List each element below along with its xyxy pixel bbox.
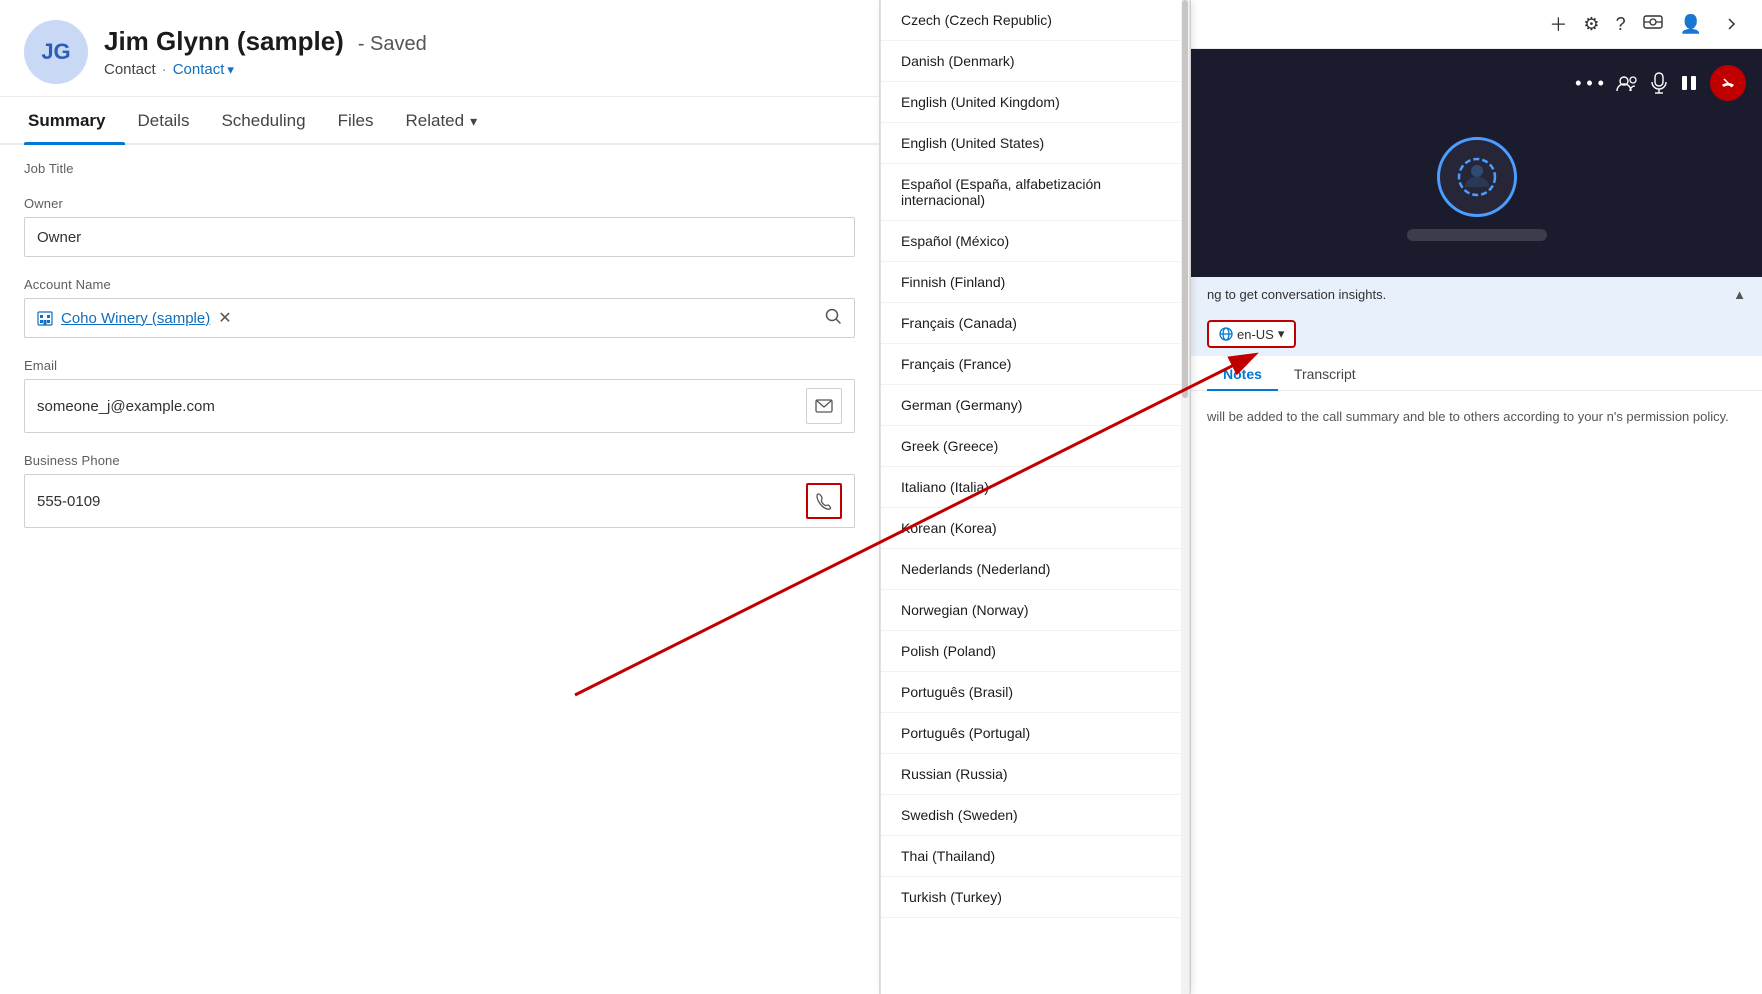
remove-account-icon[interactable]: ✕ — [218, 308, 231, 328]
insights-section: ng to get conversation insights. ▲ — [1191, 277, 1762, 312]
account-name-value[interactable]: Coho Winery (sample) — [61, 310, 210, 327]
owner-value: Owner — [37, 229, 81, 246]
phone-left: 555-0109 — [37, 493, 806, 510]
owner-field: Owner Owner — [24, 196, 855, 257]
person-settings-icon[interactable]: 👤 — [1680, 14, 1702, 35]
account-name-field: Account Name Coho Winery (sample) ✕ — [24, 277, 855, 338]
tab-related[interactable]: Related ▾ — [401, 97, 497, 143]
contacts-btn[interactable] — [1616, 74, 1638, 92]
contact-meta: Contact · Contact ▾ — [104, 61, 427, 78]
tab-notes[interactable]: Notes — [1207, 356, 1278, 390]
call-section: • • • — [1191, 49, 1762, 277]
language-option[interactable]: German (Germany) — [881, 385, 1189, 426]
tab-summary[interactable]: Summary — [24, 97, 125, 143]
language-dropdown[interactable]: Czech (Czech Republic)Danish (Denmark)En… — [880, 0, 1190, 994]
language-option[interactable]: Swedish (Sweden) — [881, 795, 1189, 836]
call-panel: ＋ ⚙ ? 👤 • • • — [1190, 0, 1762, 994]
language-option[interactable]: Russian (Russia) — [881, 754, 1189, 795]
insights-collapse-icon[interactable]: ▲ — [1733, 287, 1746, 302]
language-option[interactable]: Français (Canada) — [881, 303, 1189, 344]
help-icon[interactable]: ? — [1616, 14, 1626, 35]
lang-code-label: en-US — [1237, 327, 1274, 342]
form-content: Job Title Owner Owner Account Name — [0, 145, 879, 564]
owner-label: Owner — [24, 196, 855, 211]
language-option[interactable]: Italiano (Italia) — [881, 467, 1189, 508]
contact-name: Jim Glynn (sample) — [104, 26, 344, 57]
tab-transcript[interactable]: Transcript — [1278, 356, 1372, 390]
crm-panel: JG Jim Glynn (sample) - Saved Contact · … — [0, 0, 880, 994]
business-phone-label: Business Phone — [24, 453, 855, 468]
language-option[interactable]: Español (México) — [881, 221, 1189, 262]
notes-body-text: will be added to the call summary and bl… — [1207, 409, 1729, 424]
account-name-input[interactable]: Coho Winery (sample) ✕ — [24, 298, 855, 338]
settings-gear-icon[interactable]: ⚙ — [1583, 14, 1599, 35]
tab-details[interactable]: Details — [133, 97, 209, 143]
call-name-bar — [1407, 229, 1547, 241]
notes-tabs: Notes Transcript — [1191, 356, 1762, 391]
email-field: Email someone_j@example.com — [24, 358, 855, 433]
language-option[interactable]: Greek (Greece) — [881, 426, 1189, 467]
contact-header: JG Jim Glynn (sample) - Saved Contact · … — [0, 0, 879, 97]
plus-icon[interactable]: ＋ — [1549, 11, 1567, 37]
remote-icon[interactable] — [1642, 11, 1664, 38]
contact-type1: Contact — [104, 61, 156, 78]
phone-input[interactable]: 555-0109 — [24, 474, 855, 528]
language-option[interactable]: English (United Kingdom) — [881, 82, 1189, 123]
more-options-btn[interactable]: • • • — [1575, 73, 1604, 94]
email-value: someone_j@example.com — [37, 398, 215, 415]
language-option[interactable]: Korean (Korea) — [881, 508, 1189, 549]
tab-files[interactable]: Files — [334, 97, 394, 143]
owner-input[interactable]: Owner — [24, 217, 855, 257]
insights-text: ng to get conversation insights. — [1207, 287, 1386, 302]
language-option[interactable]: Español (España, alfabetización internac… — [881, 164, 1189, 221]
language-option[interactable]: Français (France) — [881, 344, 1189, 385]
hold-btn[interactable] — [1680, 74, 1698, 92]
call-top-bar: ＋ ⚙ ? 👤 — [1191, 0, 1762, 49]
language-option[interactable]: Nederlands (Nederland) — [881, 549, 1189, 590]
language-option[interactable]: Danish (Denmark) — [881, 41, 1189, 82]
language-option[interactable]: Português (Brasil) — [881, 672, 1189, 713]
tabs-bar: Summary Details Scheduling Files Related… — [0, 97, 879, 145]
end-call-btn[interactable] — [1710, 65, 1746, 101]
language-option[interactable]: Turkish (Turkey) — [881, 877, 1189, 918]
globe-icon — [1219, 327, 1233, 341]
contact-info: Jim Glynn (sample) - Saved Contact · Con… — [104, 26, 427, 78]
email-icon-btn[interactable] — [806, 388, 842, 424]
avatar: JG — [24, 20, 88, 84]
building-icon — [37, 310, 53, 326]
language-option[interactable]: Czech (Czech Republic) — [881, 0, 1189, 41]
contact-type2-link[interactable]: Contact ▾ — [173, 61, 234, 78]
email-label: Email — [24, 358, 855, 373]
account-left: Coho Winery (sample) ✕ — [37, 308, 824, 328]
language-option[interactable]: Finnish (Finland) — [881, 262, 1189, 303]
language-option[interactable]: English (United States) — [881, 123, 1189, 164]
mute-btn[interactable] — [1650, 72, 1668, 94]
call-avatar-circle — [1437, 137, 1517, 217]
lang-selector-bar: en-US ▾ — [1191, 312, 1762, 356]
account-search-icon[interactable] — [824, 307, 842, 329]
job-title-label: Job Title — [24, 161, 855, 176]
related-chevron-icon: ▾ — [470, 113, 477, 130]
lang-selector-button[interactable]: en-US ▾ — [1207, 320, 1296, 348]
tab-scheduling[interactable]: Scheduling — [217, 97, 325, 143]
email-input[interactable]: someone_j@example.com — [24, 379, 855, 433]
call-avatar-area — [1207, 117, 1746, 261]
language-option[interactable]: Português (Portugal) — [881, 713, 1189, 754]
language-option[interactable]: Norwegian (Norway) — [881, 590, 1189, 631]
account-name-label: Account Name — [24, 277, 855, 292]
separator-dot: · — [162, 61, 167, 78]
saved-badge: - Saved — [358, 33, 427, 56]
language-option[interactable]: Polish (Poland) — [881, 631, 1189, 672]
call-controls: • • • — [1207, 65, 1746, 101]
notes-content: will be added to the call summary and bl… — [1191, 391, 1762, 443]
expand-collapse-btn[interactable] — [1718, 10, 1746, 38]
job-title-field: Job Title — [24, 161, 855, 176]
phone-call-btn[interactable] — [806, 483, 842, 519]
phone-value: 555-0109 — [37, 493, 100, 510]
lang-chevron-icon: ▾ — [1278, 326, 1285, 342]
email-left: someone_j@example.com — [37, 398, 806, 415]
business-phone-field: Business Phone 555-0109 — [24, 453, 855, 528]
language-option[interactable]: Thai (Thailand) — [881, 836, 1189, 877]
